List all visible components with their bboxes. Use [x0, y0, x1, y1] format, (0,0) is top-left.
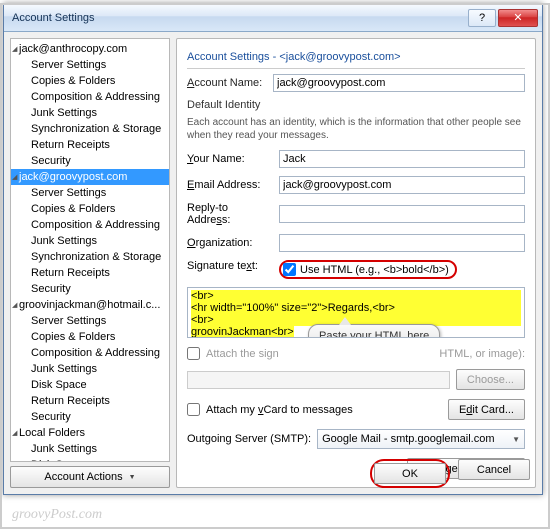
close-icon: ✕: [513, 11, 522, 24]
identity-header: Default Identity: [187, 99, 525, 111]
smtp-select[interactable]: Google Mail - smtp.googlemail.com ▼: [317, 429, 525, 449]
tree-account[interactable]: jack@groovypost.com: [11, 169, 169, 185]
chevron-down-icon: ▼: [512, 435, 520, 444]
account-tree[interactable]: jack@anthrocopy.comServer SettingsCopies…: [10, 38, 170, 462]
tree-account[interactable]: jack@anthrocopy.com: [11, 41, 169, 57]
tree-child[interactable]: Junk Settings: [11, 361, 169, 377]
organization-input[interactable]: [279, 234, 525, 252]
tree-child[interactable]: Copies & Folders: [11, 73, 169, 89]
cancel-button[interactable]: Cancel: [458, 459, 530, 480]
attach-vcard-label: Attach my vCard to messages: [206, 404, 353, 416]
tree-account[interactable]: groovinjackman@hotmail.c...: [11, 297, 169, 313]
account-name-input[interactable]: [273, 74, 525, 92]
tree-child[interactable]: Disk Space: [11, 377, 169, 393]
tree-child[interactable]: Copies & Folders: [11, 201, 169, 217]
email-label: Email Address:: [187, 179, 273, 191]
tree-child[interactable]: Security: [11, 281, 169, 297]
tree-child[interactable]: Junk Settings: [11, 233, 169, 249]
account-actions-label: Account Actions: [44, 471, 122, 483]
smtp-label: Outgoing Server (SMTP):: [187, 433, 311, 445]
tree-child[interactable]: Server Settings: [11, 185, 169, 201]
sidebar: jack@anthrocopy.comServer SettingsCopies…: [10, 38, 170, 488]
window-body: jack@anthrocopy.comServer SettingsCopies…: [4, 32, 542, 494]
account-name-label: Account Name:: [187, 77, 267, 89]
help-icon: ?: [479, 12, 485, 24]
tree-child[interactable]: Junk Settings: [11, 441, 169, 457]
tree-child[interactable]: Synchronization & Storage: [11, 121, 169, 137]
use-html-checkbox[interactable]: [283, 263, 296, 276]
window-title: Account Settings: [12, 12, 95, 24]
help-button[interactable]: ?: [468, 9, 496, 27]
dialog-footer: OK Cancel: [370, 459, 530, 488]
edit-card-button[interactable]: Edit Card...: [448, 399, 525, 420]
tree-child[interactable]: Disk Space: [11, 457, 169, 462]
tree-child[interactable]: Return Receipts: [11, 393, 169, 409]
tree-child[interactable]: Synchronization & Storage: [11, 249, 169, 265]
main-panel: Account Settings - <jack@groovypost.com>…: [176, 38, 536, 488]
tree-child[interactable]: Junk Settings: [11, 105, 169, 121]
organization-label: Organization:: [187, 237, 273, 249]
tree-child[interactable]: Security: [11, 409, 169, 425]
reply-to-input[interactable]: [279, 205, 525, 223]
your-name-input[interactable]: [279, 150, 525, 168]
tree-account[interactable]: Local Folders: [11, 425, 169, 441]
attach-signature-checkbox[interactable]: [187, 347, 200, 360]
tree-child[interactable]: Composition & Addressing: [11, 345, 169, 361]
account-actions-button[interactable]: Account Actions ▼: [10, 466, 170, 488]
use-html-label: Use HTML (e.g., <b>bold</b>): [300, 264, 449, 276]
tree-child[interactable]: Security: [11, 153, 169, 169]
callout-annotation: Paste your HTML here: [308, 324, 440, 338]
tree-child[interactable]: Server Settings: [11, 313, 169, 329]
use-html-checkbox-wrap[interactable]: Use HTML (e.g., <b>bold</b>): [279, 260, 457, 279]
attach-signature-label2: HTML, or image):: [439, 348, 525, 360]
tree-child[interactable]: Composition & Addressing: [11, 217, 169, 233]
signature-label: Signature text:: [187, 260, 273, 272]
ok-highlight: OK: [370, 459, 450, 488]
tree-child[interactable]: Copies & Folders: [11, 329, 169, 345]
close-button[interactable]: ✕: [498, 9, 538, 27]
email-input[interactable]: [279, 176, 525, 194]
titlebar: Account Settings ? ✕: [4, 4, 542, 32]
tree-child[interactable]: Return Receipts: [11, 137, 169, 153]
tree-child[interactable]: Composition & Addressing: [11, 89, 169, 105]
attach-signature-label: Attach the sign: [206, 348, 279, 360]
your-name-label: Your Name:: [187, 153, 273, 165]
tree-child[interactable]: Server Settings: [11, 57, 169, 73]
signature-textarea[interactable]: <br> <hr width="100%" size="2">Regards,<…: [187, 287, 525, 338]
watermark: groovyPost.com: [12, 507, 102, 523]
panel-header: Account Settings - <jack@groovypost.com>: [187, 47, 525, 69]
tree-child[interactable]: Return Receipts: [11, 265, 169, 281]
reply-to-label: Reply-to Address:: [187, 202, 273, 226]
attach-vcard-checkbox[interactable]: [187, 403, 200, 416]
window: Account Settings ? ✕ jack@anthrocopy.com…: [3, 3, 543, 495]
identity-desc: Each account has an identity, which is t…: [187, 116, 525, 142]
chevron-down-icon: ▼: [129, 474, 136, 481]
signature-file-path: [187, 371, 450, 389]
choose-button[interactable]: Choose...: [456, 369, 525, 390]
ok-button[interactable]: OK: [374, 463, 446, 484]
